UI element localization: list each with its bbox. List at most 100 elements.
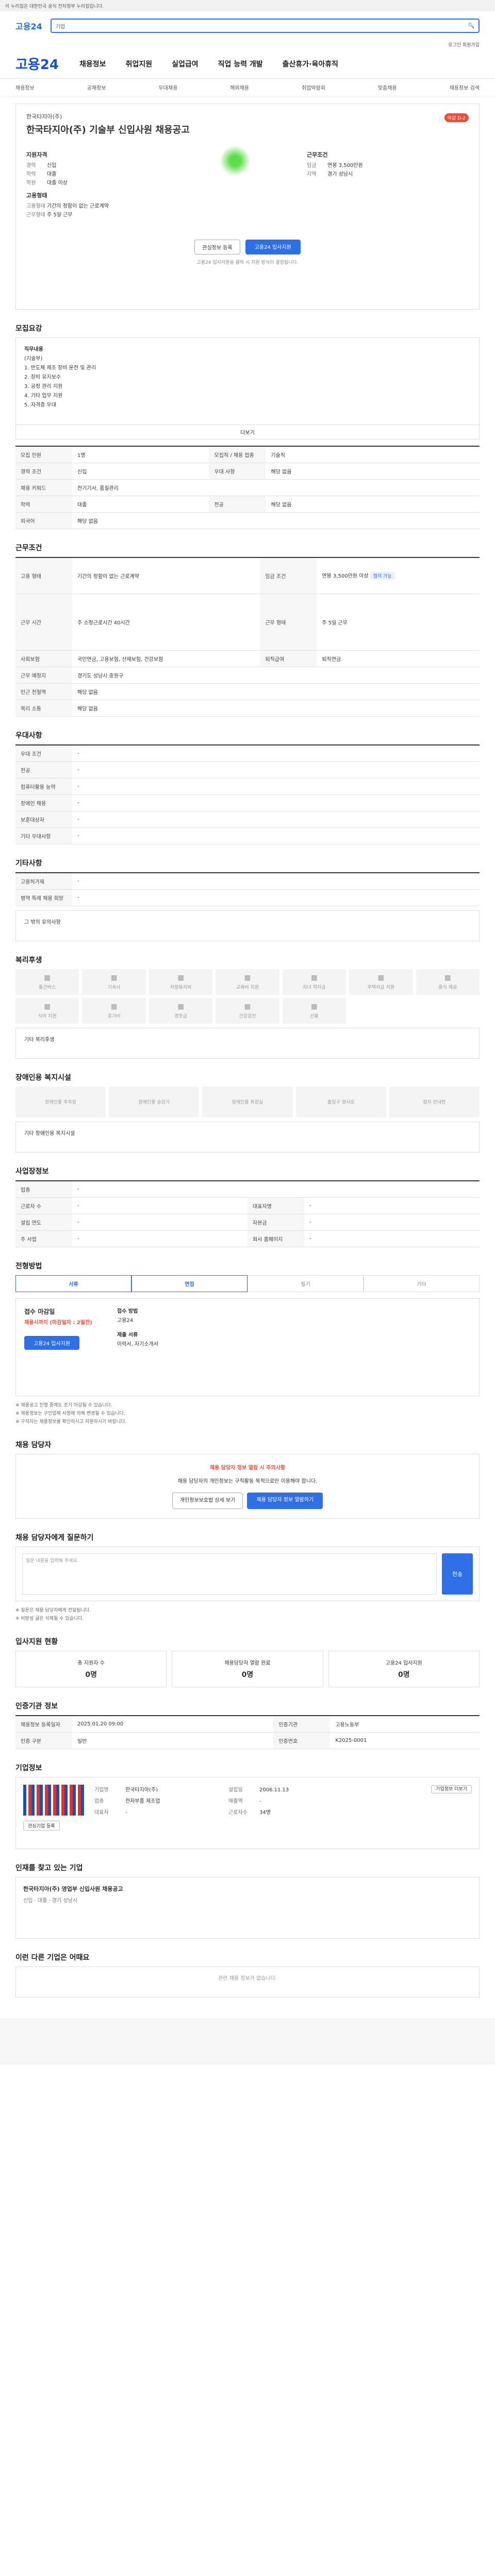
th: 인증 구분 bbox=[15, 1732, 72, 1749]
kv-key: 경력 bbox=[26, 163, 36, 168]
lnb-item[interactable]: 채용정보 bbox=[15, 83, 35, 91]
privacy-button[interactable]: 개인정보보호법 상세 보기 bbox=[172, 1492, 243, 1509]
th: 컴퓨터활용 능력 bbox=[15, 778, 72, 795]
tab-written[interactable]: 필기 bbox=[248, 1275, 364, 1292]
gift-icon: ■ bbox=[177, 1002, 185, 1011]
th: 인증번호 bbox=[273, 1732, 331, 1749]
td: K2025-0001 bbox=[330, 1732, 480, 1749]
gnb-logo[interactable]: 고용24 bbox=[15, 54, 59, 73]
other-job-card[interactable]: 한국타지아(주) 영업부 신입사원 채용공고 신입 · 대졸 · 경기 성남시 bbox=[15, 1876, 480, 1939]
th: 임금 조건 bbox=[260, 557, 317, 594]
etc-note: 그 밖의 유의사항 bbox=[15, 910, 480, 941]
company-name: 한국타지아(주) bbox=[26, 113, 62, 120]
section-title: 인재를 찾고 있는 기업 bbox=[15, 1863, 83, 1872]
lnb-item[interactable]: 해외채용 bbox=[230, 83, 249, 91]
th: 모집직 / 채용 업종 bbox=[209, 446, 266, 463]
pref-table: 우대 조건 - 전공 - 컴퓨터활용 능력 - 장애인 채용 - 보훈대상자 - 기타 우… bbox=[15, 744, 480, 844]
welfare-note: 기타 복리후생 bbox=[15, 1027, 480, 1059]
other-job-title[interactable]: 한국타지아(주) 영업부 신입사원 채용공고 bbox=[23, 1885, 472, 1893]
company-more-button[interactable]: 기업정보 더보기 bbox=[431, 1785, 472, 1793]
apply-docs: 이력서, 자기소개서 bbox=[117, 1341, 158, 1347]
kv-val: 신입 bbox=[47, 163, 57, 168]
follow-company-button[interactable]: 관심기업 등록 bbox=[23, 1820, 60, 1831]
kv-val: 34명 bbox=[259, 1809, 271, 1816]
apply-button-2[interactable]: 고용24 입사지원 bbox=[24, 1335, 80, 1350]
td: 해당 없음 bbox=[72, 700, 480, 717]
send-button[interactable]: 전송 bbox=[442, 1553, 473, 1595]
th: 퇴직급여 bbox=[260, 650, 317, 667]
util-links[interactable]: 로그인 회원가입 bbox=[0, 40, 495, 49]
th: 사회보험 bbox=[15, 650, 72, 667]
question-input[interactable]: 질문 내용을 입력해 주세요. bbox=[22, 1553, 437, 1595]
gnb-item[interactable]: 취업지원 bbox=[126, 59, 153, 69]
lnb-item[interactable]: 취업박람회 bbox=[302, 83, 325, 91]
kv-val: 주 5일 근무 bbox=[47, 212, 73, 218]
search-strip: 고용24 기업 🔍 bbox=[0, 11, 495, 40]
kv-val: 전자부품 제조업 bbox=[125, 1798, 160, 1804]
td: 해당 없음 bbox=[266, 496, 480, 513]
lnb-item[interactable]: 채용정보 검색 bbox=[450, 83, 480, 91]
kv-val: - bbox=[259, 1798, 261, 1804]
th: 병역 특례 채용 희망 bbox=[15, 889, 72, 906]
kv-val: 2006.11.13 bbox=[259, 1787, 289, 1793]
other-job-tags: 신입 · 대졸 · 경기 성남시 bbox=[23, 1897, 78, 1904]
search-input[interactable]: 기업 🔍 bbox=[50, 19, 480, 33]
td: - bbox=[72, 1214, 248, 1231]
detail-section: 모집요강 직무내용 (기술부) 1. 반도체 제조 장비 운전 및 관리 2. … bbox=[15, 323, 480, 529]
lnb-item[interactable]: 공채정보 bbox=[87, 83, 106, 91]
search-icon[interactable]: 🔍 bbox=[468, 23, 474, 29]
kv-key: 학원 bbox=[26, 180, 36, 186]
detail-line: 1. 반도체 제조 장비 운전 및 관리 bbox=[24, 365, 96, 371]
welfare-label: 식비 지원 bbox=[38, 1013, 57, 1019]
welfare-item: ■ 경조금 bbox=[148, 997, 213, 1024]
job-header: 한국타지아(주) 한국타지아(주) 기술부 신입사원 채용공고 마감 D-2 지… bbox=[15, 104, 480, 310]
gnb-item[interactable]: 직업 능력 개발 bbox=[218, 59, 263, 69]
tab-document[interactable]: 서류 bbox=[15, 1275, 131, 1292]
kv-val: 대졸 이상 bbox=[47, 180, 68, 186]
section-title: 기업정보 bbox=[15, 1764, 42, 1772]
summary-heading: 지원자격 bbox=[26, 151, 47, 158]
lnb-item[interactable]: 우대채용 bbox=[158, 83, 177, 91]
gnb-item[interactable]: 채용정보 bbox=[79, 59, 106, 69]
status-value: 0명 bbox=[85, 1670, 97, 1679]
th: 대표자명 bbox=[248, 1197, 304, 1214]
kv-key: 매출액 bbox=[228, 1798, 243, 1804]
status-label: 총 지원자 수 bbox=[77, 1660, 105, 1666]
gnb-item[interactable]: 출산휴가·육아휴직 bbox=[283, 59, 338, 69]
welfare-item: ■ 주택자금 지원 bbox=[349, 969, 413, 995]
facility-item: 장애인용 화장실 bbox=[202, 1086, 293, 1117]
contact-warning: 채용 담당자 정보 열람 시 주의사항 채용 담당자의 개인정보는 구직활동 목… bbox=[15, 1453, 480, 1519]
more-button[interactable]: 더보기 bbox=[15, 425, 480, 439]
welfare-label: 휴가비 bbox=[107, 1013, 121, 1019]
facility-item: 점자 안내판 bbox=[389, 1086, 480, 1117]
workplace-table: 업종 - 근로자 수 - 대표자명 - 설립 연도 - 자본금 - 주 사업 - 회사 홈페이지 - bbox=[15, 1180, 480, 1247]
site-logo[interactable]: 고용24 bbox=[15, 20, 42, 32]
section-title: 근무조건 bbox=[15, 544, 42, 552]
section-title: 이런 다른 기업은 어때요 bbox=[15, 1953, 90, 1962]
apply-method: 고용24 bbox=[117, 1317, 134, 1324]
kv-key: 기업명 bbox=[94, 1787, 109, 1793]
qa-notes: ※ 질문은 채용 담당자에게 전달됩니다. ※ 비방성 글은 삭제될 수 있습니… bbox=[15, 1606, 480, 1623]
other-section: 인재를 찾고 있는 기업 한국타지아(주) 영업부 신입사원 채용공고 신입 ·… bbox=[15, 1862, 480, 1939]
th: 채용 키워드 bbox=[15, 479, 72, 496]
tab-interview[interactable]: 면접 bbox=[131, 1275, 248, 1292]
td: 대졸 bbox=[72, 496, 209, 513]
house-icon: ■ bbox=[377, 973, 385, 982]
welfare-item: ■ 식비 지원 bbox=[15, 997, 79, 1024]
lnb-item[interactable]: 맞춤채용 bbox=[378, 83, 397, 91]
gnb-item[interactable]: 실업급여 bbox=[172, 59, 199, 69]
bus-icon: ■ bbox=[44, 973, 51, 982]
tab-etc[interactable]: 기타 bbox=[364, 1275, 480, 1292]
similar-empty: 관련 채용 정보가 없습니다. bbox=[15, 1966, 480, 1997]
td: 해당 없음 bbox=[266, 463, 480, 480]
agency-section: 인증기관 정보 채용정보 등록일자 2025.01.20 09:00 인증기관 고용노… bbox=[15, 1701, 480, 1749]
td: - bbox=[72, 872, 480, 890]
disabled-grid: 장애인용 주차장 장애인용 승강기 장애인용 화장실 출입구 경사로 점자 안내… bbox=[15, 1086, 480, 1117]
workplace-section: 사업장정보 업종 - 근로자 수 - 대표자명 - 설립 연도 - 자본금 - 주 사업 - 회사… bbox=[15, 1166, 480, 1247]
status-section: 입사지원 현황 총 지원자 수 0명 채용담당자 열람 완료 0명 고용24 입사지… bbox=[15, 1636, 480, 1687]
apply-button[interactable]: 고용24 입사지원 bbox=[245, 240, 301, 255]
th: 복리 소통 bbox=[15, 700, 72, 717]
view-contact-button[interactable]: 채용 담당자 정보 열람하기 bbox=[247, 1492, 323, 1509]
save-interest-button[interactable]: 관심정보 등록 bbox=[194, 240, 240, 255]
warning-title: 채용 담당자 정보 열람 시 주의사항 bbox=[209, 1465, 286, 1471]
